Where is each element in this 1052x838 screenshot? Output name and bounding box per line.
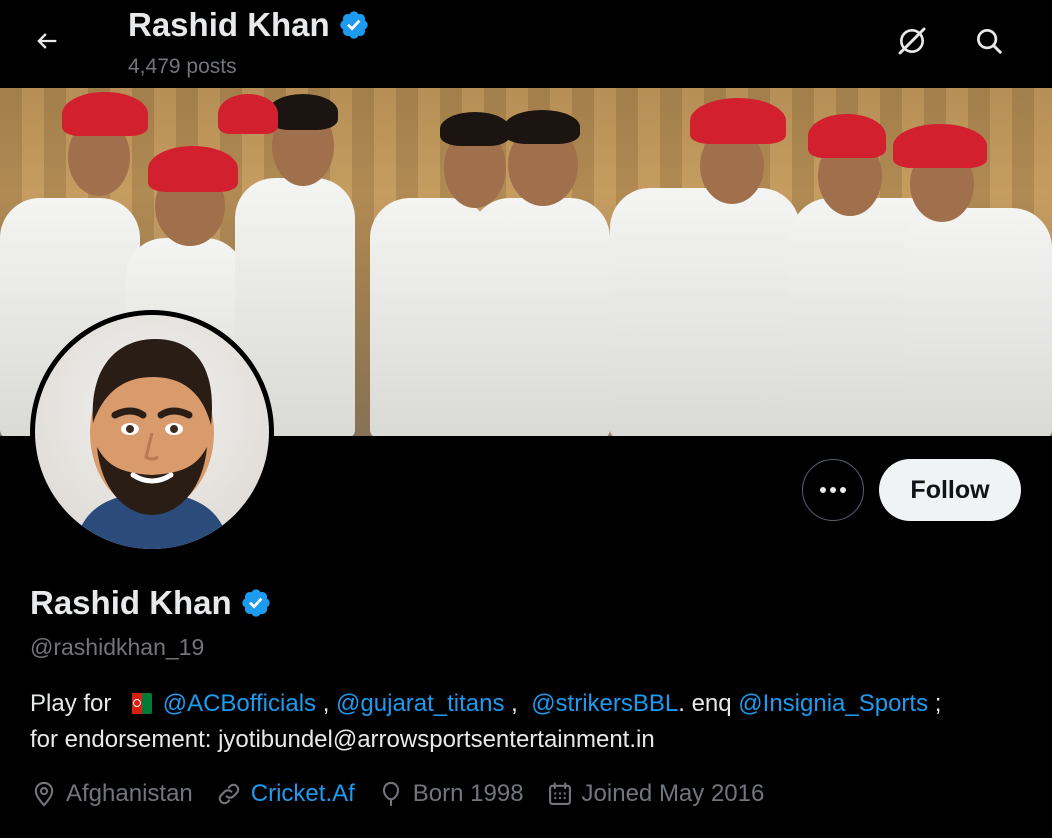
display-name: Rashid Khan <box>30 584 232 621</box>
grok-button[interactable] <box>888 18 936 64</box>
avatar-portrait <box>75 339 229 549</box>
meta-joined: Joined May 2016 <box>546 780 765 808</box>
profile-meta: Afghanistan Cricket.Af Born 1998 Joined … <box>30 780 786 808</box>
birth-text: Born 1998 <box>412 780 524 807</box>
bio-separator: . enq <box>678 690 739 717</box>
mention-insignia-sports[interactable]: @Insignia_Sports <box>738 690 928 717</box>
profile-name: Rashid Khan <box>30 584 272 622</box>
bio-separator: , <box>316 690 337 717</box>
calendar-icon <box>548 782 571 805</box>
meta-location: Afghanistan <box>30 780 193 808</box>
bio-prefix: Play for <box>30 690 112 717</box>
location-pin-icon <box>34 781 54 807</box>
verified-badge-icon <box>340 11 368 39</box>
more-icon <box>820 487 846 493</box>
back-button[interactable] <box>22 18 72 64</box>
search-icon <box>977 29 1002 54</box>
mention-strikersbbl[interactable]: @strikersBBL <box>531 690 678 717</box>
header-name: Rashid Khan <box>128 6 330 43</box>
posts-count: 4,479 posts <box>128 55 237 78</box>
meta-website: Cricket.Af <box>215 780 355 808</box>
more-options-button[interactable] <box>802 459 864 521</box>
meta-birth: Born 1998 <box>377 780 524 808</box>
profile-handle: @rashidkhan_19 <box>30 634 205 660</box>
afghanistan-flag-icon <box>122 693 153 714</box>
bio-separator: ; <box>928 690 942 717</box>
arrow-left-icon <box>37 33 57 49</box>
joined-text: Joined May 2016 <box>581 780 765 807</box>
mention-gujarat-titans[interactable]: @gujarat_titans <box>336 690 504 717</box>
avatar-image <box>35 315 269 549</box>
top-bar: Rashid Khan 4,479 posts <box>0 0 1052 88</box>
grok-icon <box>898 27 926 55</box>
verified-badge-icon[interactable] <box>240 587 272 619</box>
link-icon <box>218 783 239 805</box>
location-text: Afghanistan <box>66 780 193 807</box>
profile-avatar[interactable] <box>30 310 274 554</box>
bio-separator: , <box>504 690 532 717</box>
follow-button[interactable]: Follow <box>879 459 1021 521</box>
balloon-icon <box>382 781 399 807</box>
profile-bio: Play for @ACBofficials , @gujarat_titans… <box>30 686 1030 758</box>
header-title: Rashid Khan <box>128 6 370 44</box>
website-link[interactable]: Cricket.Af <box>251 780 355 808</box>
search-button[interactable] <box>965 18 1013 64</box>
bio-endorsement: for endorsement: jyotibundel@arrowsports… <box>30 726 655 753</box>
mention-acbofficials[interactable]: @ACBofficials <box>163 690 316 717</box>
